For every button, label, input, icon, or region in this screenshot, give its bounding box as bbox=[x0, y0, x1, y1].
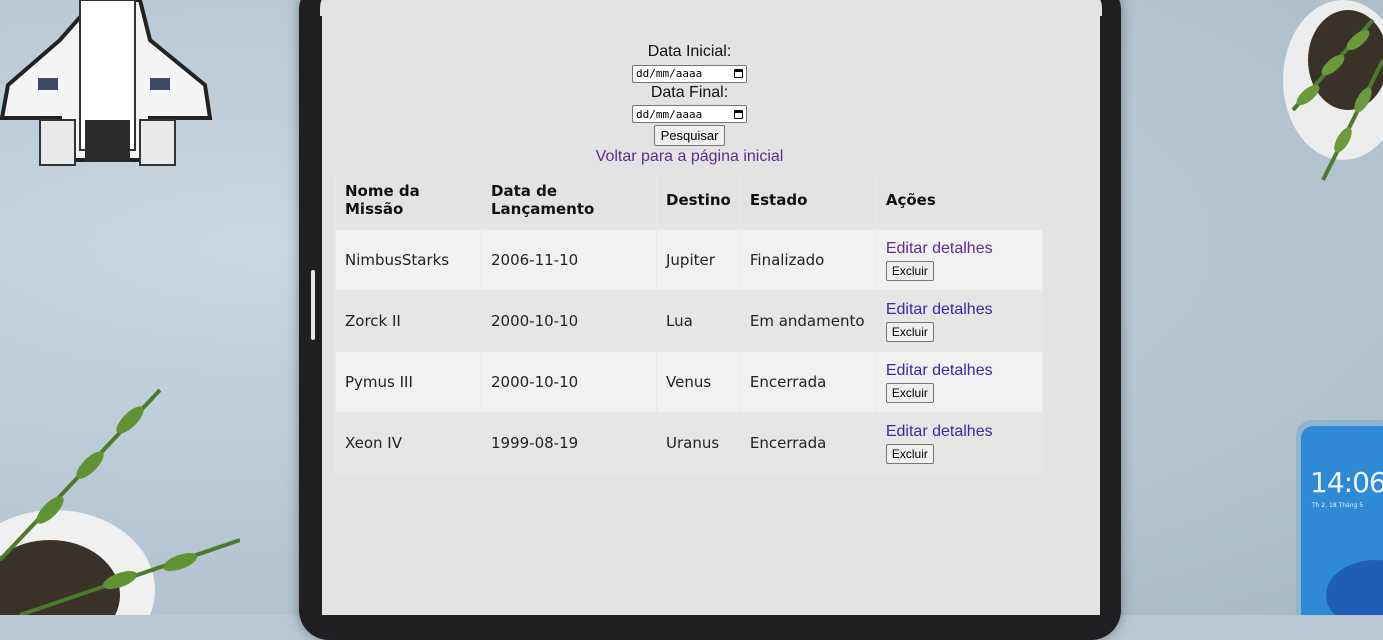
start-date-placeholder: dd/mm/aaaa bbox=[636, 67, 703, 80]
search-button[interactable]: Pesquisar bbox=[653, 125, 726, 146]
cell-actions: Editar detalhes Excluir bbox=[875, 351, 1044, 413]
calendar-icon[interactable] bbox=[734, 69, 743, 78]
delete-button[interactable]: Excluir bbox=[885, 382, 934, 403]
cell-date: 2000-10-10 bbox=[481, 290, 657, 352]
cell-status: Finalizado bbox=[739, 229, 877, 291]
delete-button[interactable]: Excluir bbox=[885, 260, 934, 281]
cell-actions: Editar detalhes Excluir bbox=[875, 229, 1044, 291]
date-filter-form: Data Inicial: dd/mm/aaaa Data Final: dd/… bbox=[322, 42, 1057, 166]
tablet-side-button bbox=[311, 270, 315, 340]
plant-top-right-decoration bbox=[1283, 0, 1383, 181]
table-row: NimbusStarks 2006-11-10 Jupiter Finaliza… bbox=[335, 229, 1044, 291]
table-row: Zorck II 2000-10-10 Lua Em andamento Edi… bbox=[335, 290, 1044, 352]
delete-button[interactable]: Excluir bbox=[885, 321, 934, 342]
calendar-icon[interactable] bbox=[734, 109, 743, 119]
cell-status: Em andamento bbox=[739, 290, 877, 352]
app-screen: Data Inicial: dd/mm/aaaa Data Final: dd/… bbox=[320, 0, 1102, 615]
cell-actions: Editar detalhes Excluir bbox=[875, 290, 1044, 352]
cell-name: Zorck II bbox=[335, 290, 482, 352]
cell-destination: Venus bbox=[656, 351, 741, 413]
column-header-actions: Ações bbox=[875, 170, 1044, 230]
edit-details-link[interactable]: Editar detalhes bbox=[886, 423, 1033, 441]
edit-details-link[interactable]: Editar detalhes bbox=[886, 240, 1033, 258]
back-home-link[interactable]: Voltar para a página inicial bbox=[596, 148, 784, 165]
cell-status: Encerrada bbox=[739, 351, 877, 413]
cell-name: NimbusStarks bbox=[335, 229, 482, 291]
table-header-row: Nome da Missão Data de Lançamento Destin… bbox=[335, 170, 1044, 230]
column-header-destination: Destino bbox=[656, 170, 741, 230]
phone-decoration bbox=[1296, 420, 1383, 615]
edit-details-link[interactable]: Editar detalhes bbox=[886, 301, 1033, 319]
cell-date: 2000-10-10 bbox=[481, 351, 657, 413]
cell-actions: Editar detalhes Excluir bbox=[875, 412, 1044, 474]
cell-date: 2006-11-10 bbox=[481, 229, 657, 291]
cell-name: Xeon IV bbox=[335, 412, 482, 474]
cell-status: Encerrada bbox=[739, 412, 877, 474]
cell-destination: Uranus bbox=[656, 412, 741, 474]
end-date-placeholder: dd/mm/aaaa bbox=[636, 107, 703, 121]
end-date-input[interactable]: dd/mm/aaaa bbox=[632, 105, 747, 123]
space-shuttle-decoration bbox=[0, 0, 213, 166]
table-row: Pymus III 2000-10-10 Venus Encerrada Edi… bbox=[335, 351, 1044, 413]
delete-button[interactable]: Excluir bbox=[885, 443, 934, 464]
table-row: Xeon IV 1999-08-19 Uranus Encerrada Edit… bbox=[335, 412, 1044, 474]
column-header-date: Data de Lançamento bbox=[481, 170, 657, 230]
plant-bottom-left-decoration bbox=[0, 388, 240, 615]
missions-table: Nome da Missão Data de Lançamento Destin… bbox=[335, 170, 1044, 474]
phone-clock: 14:06 bbox=[1310, 466, 1383, 499]
cell-destination: Lua bbox=[656, 290, 741, 352]
cell-date: 1999-08-19 bbox=[481, 412, 657, 474]
cell-name: Pymus III bbox=[335, 351, 482, 413]
column-header-status: Estado bbox=[739, 170, 877, 230]
cell-destination: Jupiter bbox=[656, 229, 741, 291]
start-date-label: Data Inicial: bbox=[647, 43, 732, 60]
edit-details-link[interactable]: Editar detalhes bbox=[886, 362, 1033, 380]
end-date-label: Data Final: bbox=[650, 83, 729, 101]
column-header-name: Nome da Missão bbox=[335, 170, 482, 230]
start-date-input[interactable]: dd/mm/aaaa bbox=[632, 64, 747, 83]
phone-date: Th 2, 18 Tháng 5 bbox=[1312, 502, 1364, 509]
